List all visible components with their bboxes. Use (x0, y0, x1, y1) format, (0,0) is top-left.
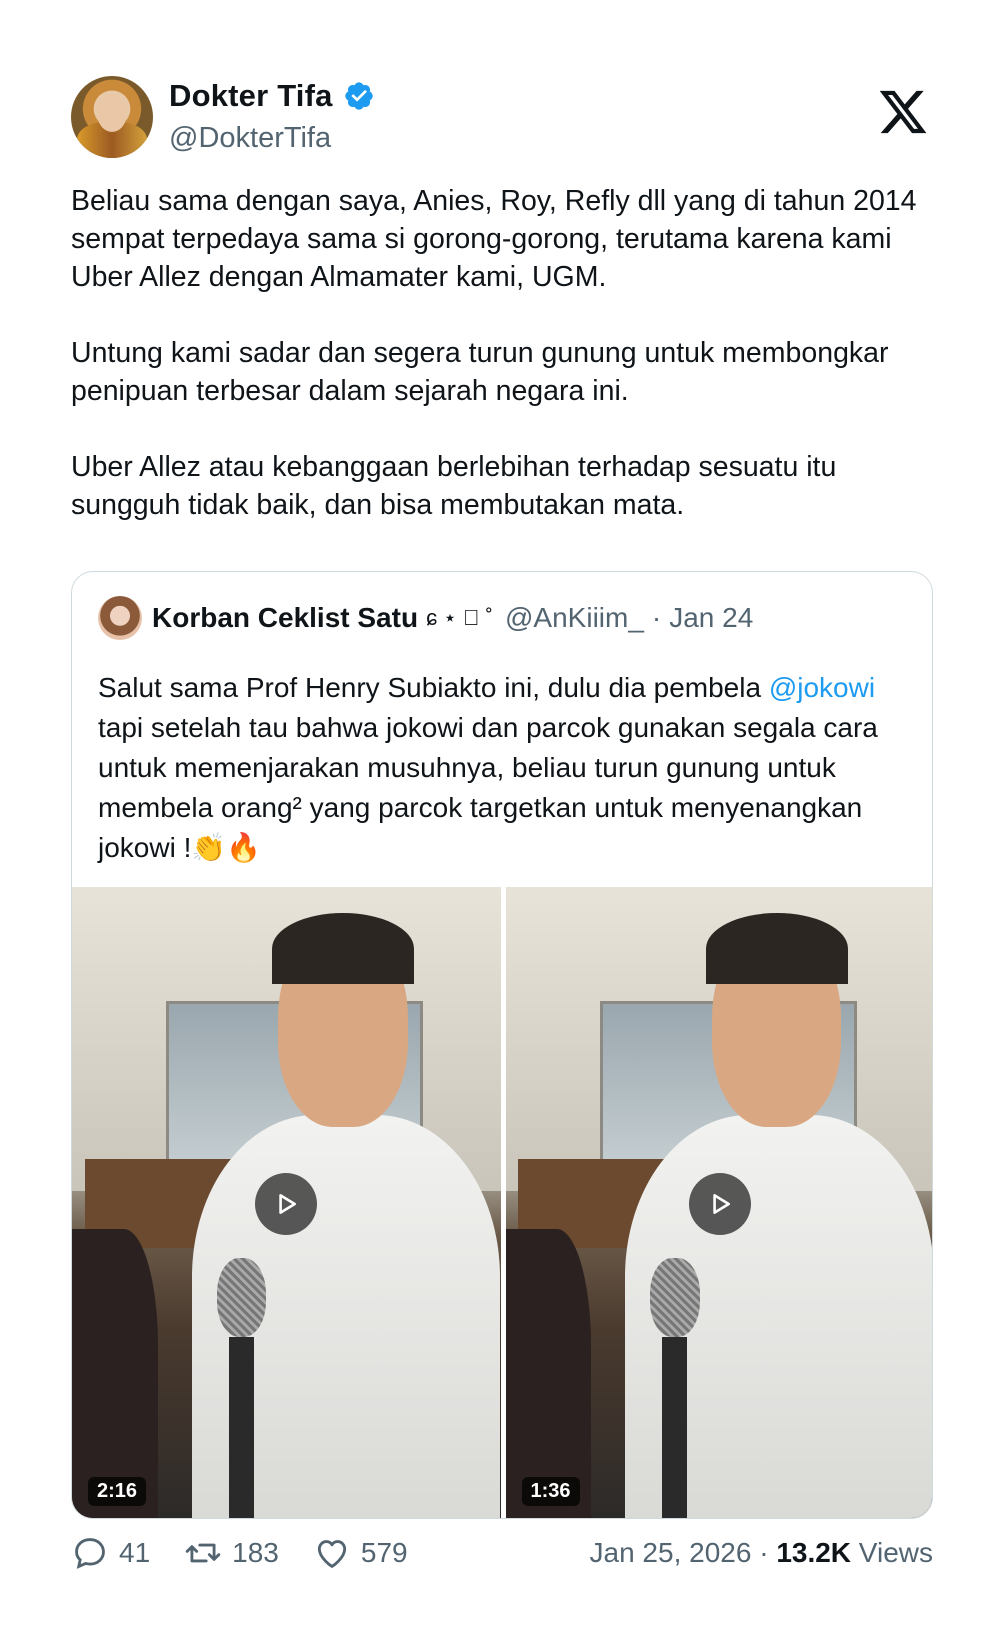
quoted-author-handle[interactable]: @AnKiiim_ (505, 602, 644, 634)
reply-button[interactable]: 41 (71, 1534, 150, 1572)
video-duration: 2:16 (88, 1477, 147, 1506)
play-icon[interactable] (255, 1172, 318, 1235)
repost-icon (185, 1543, 221, 1563)
tweet-text: Beliau sama dengan saya, Anies, Roy, Ref… (71, 185, 917, 521)
views-label: Views (851, 1537, 933, 1568)
author-avatar[interactable] (71, 76, 153, 158)
tweet-meta: Jan 25, 2026 · 13.2K Views (590, 1537, 934, 1569)
reply-icon (75, 1538, 105, 1569)
quoted-tweet-header: Korban Ceklist Satu ɕ ⋆ ⃞ ˚ @AnKiiim_ · … (98, 596, 753, 640)
tweet-date[interactable]: Jan 25, 2026 (590, 1537, 752, 1568)
tweet-header: Dokter Tifa @DokterTifa (71, 74, 931, 158)
separator-dot: · (651, 602, 662, 633)
quoted-tweet[interactable]: Korban Ceklist Satu ɕ ⋆ ⃞ ˚ @AnKiiim_ · … (71, 571, 933, 1519)
heart-icon (317, 1540, 346, 1568)
media-grid: 2:16 1:36 (72, 887, 932, 1518)
video-duration: 1:36 (521, 1477, 580, 1506)
views-count: 13.2K (776, 1537, 852, 1568)
quoted-author-name[interactable]: Korban Ceklist Satu (152, 602, 418, 634)
quoted-text-part: tapi setelah tau bahwa jokowi dan parcok… (98, 712, 878, 863)
like-button[interactable]: 579 (313, 1534, 408, 1572)
author-handle[interactable]: @DokterTifa (169, 122, 331, 155)
mention-link[interactable]: @jokowi (769, 672, 875, 703)
author-name-row[interactable]: Dokter Tifa (169, 78, 375, 114)
quoted-author-name-decoration: ɕ ⋆ ⃞ ˚ (426, 605, 493, 630)
verified-badge-icon (344, 82, 373, 110)
like-count: 579 (360, 1537, 408, 1568)
play-icon[interactable] (688, 1172, 751, 1235)
video-thumbnail[interactable]: 2:16 (72, 887, 501, 1518)
quoted-author-avatar[interactable] (98, 596, 142, 640)
quoted-tweet-date[interactable]: Jan 24 (669, 602, 753, 634)
quoted-tweet-text: Salut sama Prof Henry Subiakto ini, dulu… (98, 668, 908, 868)
separator-dot: · (759, 1537, 769, 1568)
author-display-name[interactable]: Dokter Tifa (169, 78, 333, 114)
repost-count: 183 (232, 1537, 279, 1568)
repost-button[interactable]: 183 (184, 1534, 279, 1572)
x-logo-icon[interactable] (875, 86, 931, 138)
tweet-footer: 41 183 579 Jan 25, 2026 · 13.2K Views (71, 1533, 933, 1573)
quoted-text-part: Salut sama Prof Henry Subiakto ini, dulu… (98, 672, 769, 703)
reply-count: 41 (119, 1537, 151, 1568)
video-thumbnail[interactable]: 1:36 (505, 887, 932, 1518)
